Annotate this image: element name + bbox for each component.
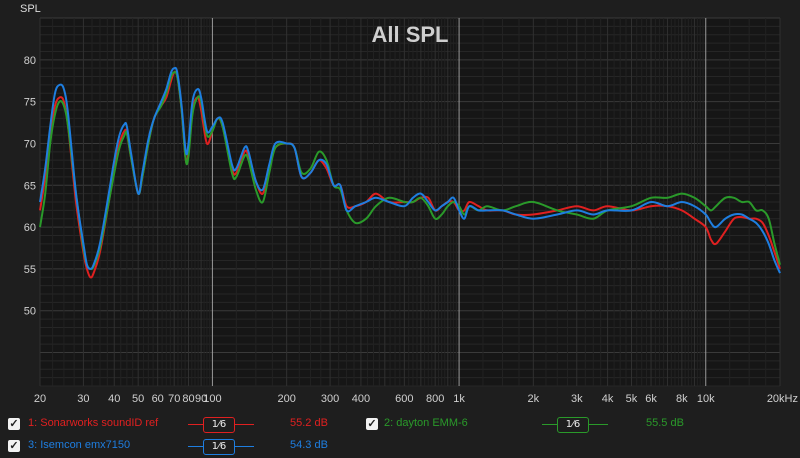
x-tick-label: 6k [645,393,657,405]
y-tick-label: 75 [24,97,36,109]
legend-row-1: ✓ 1: Sonarworks soundID ref 1⁄6 55.2 dB … [0,415,800,435]
x-tick-label: 800 [426,393,444,405]
series-2-offset: 55.5 dB [646,417,684,429]
x-tick-label: 80 [182,393,194,405]
y-tick-label: 65 [24,180,36,192]
x-tick-label: 1k [453,393,465,405]
x-tick-label: 5k [626,393,638,405]
series-1-label: 1: Sonarworks soundID ref [28,417,159,429]
series-2-label: 2: dayton EMM-6 [384,417,468,429]
x-tick-label: 50 [132,393,144,405]
series-1-offset: 55.2 dB [290,417,328,429]
x-tick-label: 2k [528,393,540,405]
x-tick-label: 40 [108,393,120,405]
series-1-checkbox[interactable]: ✓ [8,418,20,430]
x-tick-label: 100 [203,393,221,405]
y-tick-label: 80 [24,55,36,67]
x-tick-label: 20 [34,393,46,405]
x-tick-label: 30 [77,393,89,405]
x-tick-label: 70 [168,393,180,405]
series-1-smoothing-value: 1⁄6 [203,417,235,433]
series-3-smoothing-value: 1⁄6 [203,439,235,455]
spl-chart: 5055606570758020 30 40 50 60 70 80 90100 200 300 4… [20,3,798,405]
legend-row-2: ✓ 3: Isemcon emx7150 1⁄6 54.3 dB [0,437,800,457]
x-tick-label: 60 [152,393,164,405]
x-tick-label: 10k [697,393,715,405]
series-2-smoothing-button[interactable]: 1⁄6 [542,415,608,433]
y-tick-label: 55 [24,264,36,276]
series-1-smoothing-button[interactable]: 1⁄6 [188,415,254,433]
y-tick-label: 60 [24,222,36,234]
x-tick-label: 300 [321,393,339,405]
x-tick-label: 200 [277,393,295,405]
series-2-checkbox[interactable]: ✓ [366,418,378,430]
y-axis-label: SPL [20,3,41,15]
x-tick-label: 3k [571,393,583,405]
series-3-smoothing-button[interactable]: 1⁄6 [188,437,254,455]
series-2-smoothing-value: 1⁄6 [557,417,589,433]
x-tick-label: 8k [676,393,688,405]
y-tick-label: 70 [24,138,36,150]
y-tick-label: 50 [24,306,36,318]
x-tick-label: 20kHz [767,393,798,405]
x-tick-label: 400 [352,393,370,405]
chart-title: All SPL [371,22,448,47]
x-tick-label: 600 [395,393,413,405]
x-tick-label: 4k [602,393,614,405]
series-3-offset: 54.3 dB [290,439,328,451]
series-3-label: 3: Isemcon emx7150 [28,439,131,451]
series-3-checkbox[interactable]: ✓ [8,440,20,452]
